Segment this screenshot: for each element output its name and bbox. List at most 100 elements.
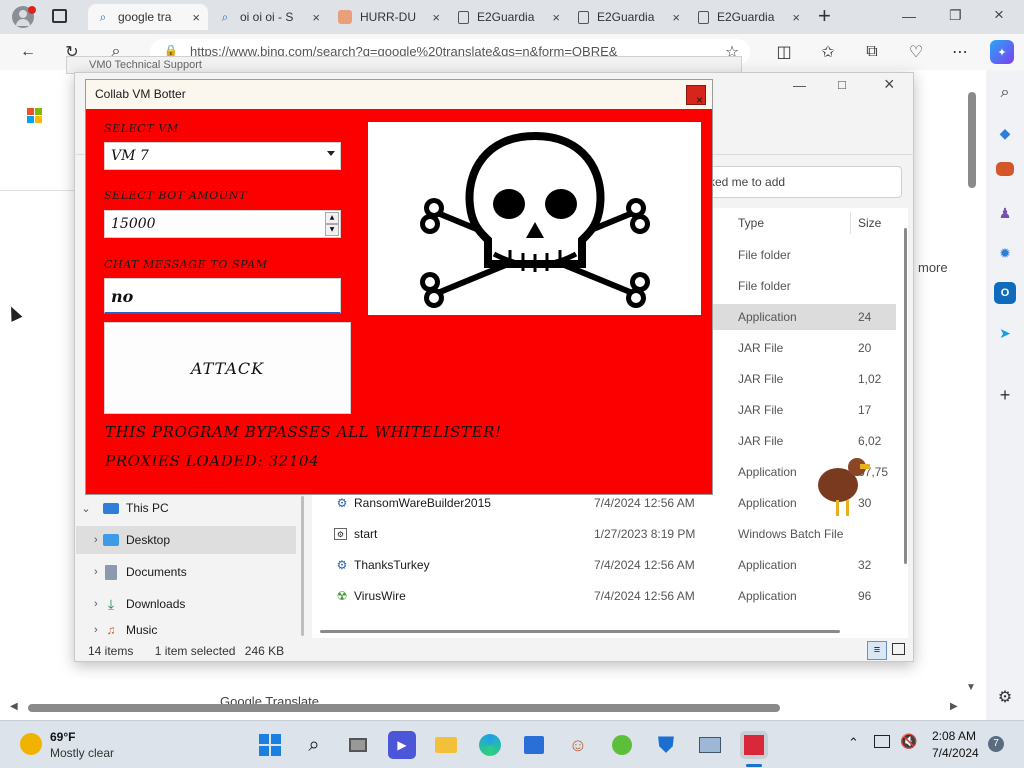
share-input[interactable]: ked me to add — [700, 166, 902, 198]
restore-icon[interactable]: ❐ — [949, 7, 962, 24]
copilot-apps-icon[interactable]: ✹ — [994, 242, 1016, 264]
clock-date[interactable]: 7/4/2024 — [932, 746, 979, 760]
split-screen-icon[interactable]: ◫ — [772, 40, 796, 64]
nav-pane-scrollbar[interactable] — [301, 496, 304, 636]
chevron-right-icon[interactable]: › — [76, 566, 98, 578]
clock-time[interactable]: 2:08 AM — [932, 729, 976, 743]
copilot-icon[interactable]: ✦ — [990, 40, 1014, 64]
file-list-scrollbar[interactable] — [904, 228, 907, 564]
edge-icon[interactable] — [476, 731, 504, 759]
tab-actions-icon[interactable] — [52, 9, 67, 23]
file-explorer-icon[interactable] — [432, 731, 460, 759]
close-icon[interactable]: × — [792, 10, 800, 25]
chevron-right-icon[interactable]: › — [76, 598, 98, 610]
network-icon[interactable] — [874, 735, 890, 748]
botter-close-button[interactable]: × — [686, 85, 706, 107]
minimize-icon[interactable]: — — [902, 8, 916, 24]
favorites-icon[interactable]: ✩ — [816, 40, 840, 64]
show-hidden-icons-icon[interactable]: ⌃ — [848, 735, 859, 751]
outlook-icon[interactable]: O — [994, 282, 1016, 304]
explorer-maximize-icon[interactable]: □ — [838, 77, 846, 92]
nav-item-music[interactable]: › ♫ Music — [76, 622, 296, 638]
scroll-right-icon[interactable]: ▶ — [950, 701, 958, 712]
file-name: start — [354, 527, 378, 541]
file-row[interactable]: ⚙ ThanksTurkey 7/4/2024 12:56 AM Applica… — [330, 553, 900, 577]
performance-icon[interactable]: ♡ — [904, 40, 928, 64]
bot-amount-stepper[interactable]: 15000 ▲ ▼ — [104, 210, 341, 238]
back-icon[interactable]: ← — [16, 40, 40, 64]
start-icon[interactable] — [256, 731, 284, 759]
nav-item-desktop[interactable]: › Desktop — [76, 526, 296, 554]
stepper-down-icon[interactable]: ▼ — [325, 224, 339, 236]
chat-message-input[interactable]: no — [104, 278, 341, 314]
tiles-view-icon[interactable] — [892, 643, 905, 655]
column-header-size[interactable]: Size — [858, 216, 881, 230]
tab-e2guardian-1[interactable]: E2Guardia × — [450, 4, 568, 30]
stepper-up-icon[interactable]: ▲ — [325, 212, 339, 224]
search-icon[interactable]: ⌕ — [994, 82, 1016, 104]
file-list-hscrollbar[interactable] — [320, 630, 840, 633]
nav-item-downloads[interactable]: › ⤓ Downloads — [76, 590, 296, 618]
details-view-icon[interactable]: ≡ — [867, 641, 887, 660]
column-header-type[interactable]: Type — [738, 216, 764, 230]
scroll-left-icon[interactable]: ◀ — [10, 701, 18, 712]
close-icon[interactable]: × — [672, 10, 680, 25]
monitor-app-icon[interactable] — [696, 731, 724, 759]
more-options-icon[interactable]: ⋯ — [948, 40, 972, 64]
search-icon: ⌕ — [99, 9, 107, 24]
file-row[interactable]: ⚙ start 1/27/2023 8:19 PM Windows Batch … — [330, 522, 900, 546]
tab-title: E2Guardia — [477, 10, 535, 24]
weather-desc: Mostly clear — [50, 746, 115, 760]
horizontal-scrollbar[interactable] — [28, 704, 780, 712]
tools-icon[interactable] — [996, 162, 1014, 176]
see-more-link[interactable]: more — [918, 260, 948, 275]
explorer-minimize-icon[interactable]: — — [793, 78, 806, 93]
collections-icon[interactable]: ⧉ — [860, 40, 884, 64]
close-window-icon[interactable]: × — [994, 5, 1004, 25]
attack-button[interactable]: ATTACK — [104, 322, 351, 414]
explorer-close-icon[interactable]: × — [884, 74, 895, 95]
close-icon[interactable]: × — [552, 10, 560, 25]
search-icon[interactable]: ⌕ — [300, 731, 328, 759]
doctor-app-icon[interactable]: ☺ — [564, 731, 592, 759]
column-divider — [850, 212, 851, 234]
shield-icon[interactable]: ⛊ — [652, 731, 680, 759]
scroll-down-icon[interactable]: ▼ — [966, 682, 976, 693]
file-row[interactable]: ☢ VirusWire 7/4/2024 12:56 AM Applicatio… — [330, 584, 900, 608]
nav-item-this-pc[interactable]: ⌄ This PC — [76, 494, 296, 522]
close-icon[interactable]: × — [192, 10, 200, 25]
tab-google-translate[interactable]: ⌕ google tra × — [88, 4, 208, 30]
chevron-right-icon[interactable]: › — [76, 624, 98, 636]
browser-tab-bar: ⌕ google tra × ⌕ oi oi oi - S × HURR-DU … — [0, 0, 1024, 34]
close-icon[interactable]: × — [432, 10, 440, 25]
chevron-down-icon[interactable]: ⌄ — [76, 502, 96, 515]
people-icon[interactable]: ♟ — [994, 202, 1016, 224]
add-icon[interactable]: + — [994, 384, 1016, 406]
botter-app-icon[interactable] — [740, 731, 768, 759]
task-view-icon[interactable] — [344, 731, 372, 759]
file-type: JAR File — [738, 434, 784, 448]
meet-icon[interactable]: ▶ — [388, 731, 416, 759]
tab-e2guardian-2[interactable]: E2Guardia × — [570, 4, 688, 30]
shopping-tag-icon[interactable]: ◆ — [994, 122, 1016, 144]
vm-select[interactable]: VM 7 — [104, 142, 341, 170]
notification-badge[interactable]: 7 — [988, 736, 1004, 752]
vertical-scrollbar[interactable] — [968, 92, 976, 188]
volume-muted-icon[interactable]: 🔇 — [900, 733, 917, 750]
tab-e2guardian-3[interactable]: E2Guardia × — [690, 4, 808, 30]
store-icon[interactable] — [520, 731, 548, 759]
tab-oi-oi-oi[interactable]: ⌕ oi oi oi - S × — [210, 4, 328, 30]
new-tab-button[interactable]: + — [818, 3, 831, 29]
botter-title: Collab VM Botter — [95, 87, 186, 101]
virus-app-icon[interactable] — [608, 731, 636, 759]
chevron-right-icon[interactable]: › — [76, 534, 98, 546]
tab-hurr-du[interactable]: HURR-DU × — [330, 4, 448, 30]
weather-widget[interactable]: 69°F Mostly clear — [16, 729, 126, 763]
botter-window: Collab VM Botter × SELECT VM VM 7 SELECT… — [85, 79, 713, 495]
dropdown-arrow-icon[interactable] — [327, 151, 335, 156]
close-icon[interactable]: × — [312, 10, 320, 25]
settings-icon[interactable]: ⚙ — [994, 686, 1016, 708]
nav-item-documents[interactable]: › Documents — [76, 558, 296, 586]
nav-item-label: Desktop — [126, 533, 171, 547]
telegram-icon[interactable]: ➤ — [994, 322, 1016, 344]
